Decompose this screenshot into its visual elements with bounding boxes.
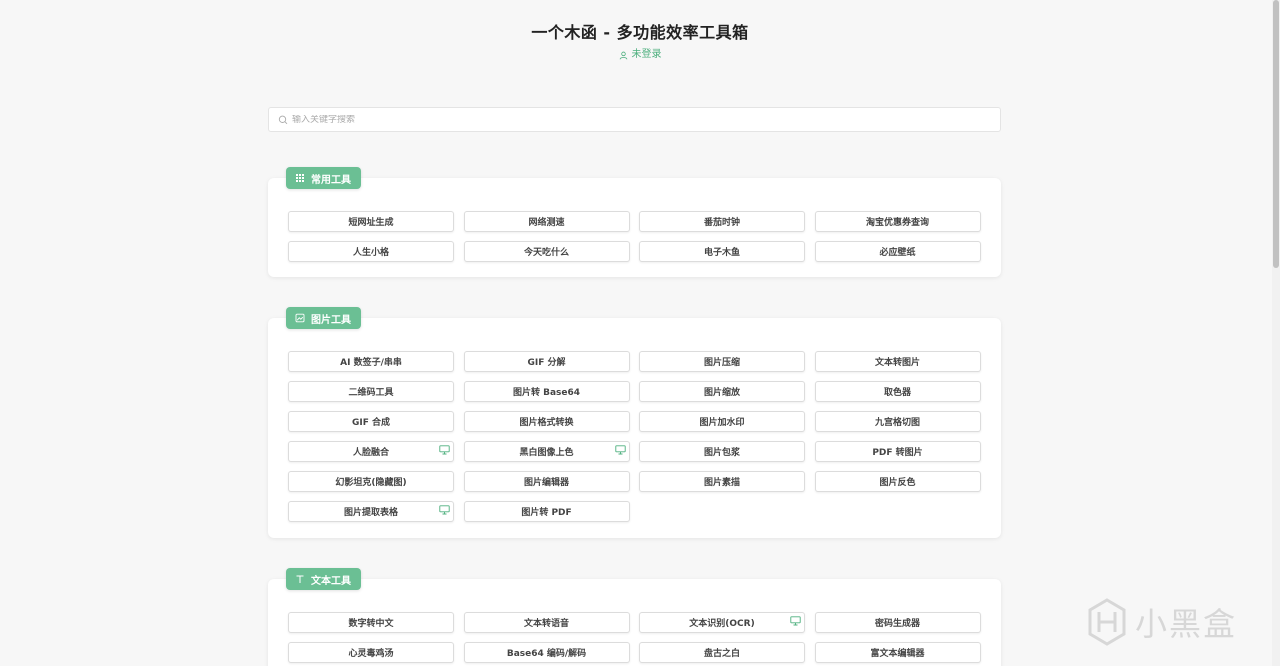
tool-button[interactable]: 文本转语音 xyxy=(463,612,630,633)
tool-button[interactable]: Base64 编码/解码 xyxy=(463,642,630,663)
tool-grid: 数字转中文 文本转语音 文本识别(OCR) 密码生成器 心灵毒鸡汤 Base64… xyxy=(288,612,981,663)
page: 一个木函 - 多功能效率工具箱 未登录 常用工具 xyxy=(0,0,1280,666)
tool-grid: 短网址生成 网络测速 番茄时钟 淘宝优惠券查询 人生小格 今天吃什么 电子木鱼 … xyxy=(288,211,981,262)
image-icon xyxy=(295,313,305,323)
tool-button[interactable]: 图片素描 xyxy=(639,471,805,492)
tool-button[interactable]: 人生小格 xyxy=(288,241,454,262)
section-tag-text: 文本工具 xyxy=(286,568,361,590)
tool-button[interactable]: 取色器 xyxy=(814,381,981,402)
tool-button[interactable]: 图片缩放 xyxy=(639,381,805,402)
tool-button[interactable]: 黑白图像上色 xyxy=(463,441,630,462)
section-image-tools: 图片工具 AI 数签子/串串 GIF 分解 图片压缩 文本转图片 二维码工具 图… xyxy=(268,307,1001,538)
tool-button[interactable]: PDF 转图片 xyxy=(814,441,981,462)
login-status: 未登录 xyxy=(631,49,662,60)
tool-button[interactable]: 盘古之白 xyxy=(639,642,805,663)
tool-button[interactable]: 必应壁纸 xyxy=(814,241,981,262)
section-title: 文本工具 xyxy=(311,575,351,587)
tool-button[interactable]: 图片编辑器 xyxy=(463,471,630,492)
tool-grid: AI 数签子/串串 GIF 分解 图片压缩 文本转图片 二维码工具 图片转 Ba… xyxy=(288,351,981,522)
text-icon xyxy=(296,575,304,583)
tool-button[interactable]: 图片转 PDF xyxy=(463,501,630,522)
desktop-icon xyxy=(790,616,801,626)
desktop-icon xyxy=(614,445,626,455)
tool-button[interactable]: 图片格式转换 xyxy=(463,411,630,432)
tool-button[interactable]: 二维码工具 xyxy=(288,381,454,402)
section-title: 常用工具 xyxy=(311,174,351,186)
search-input[interactable] xyxy=(292,114,972,125)
tool-button[interactable]: 淘宝优惠券查询 xyxy=(814,211,981,232)
login-link[interactable]: 未登录 xyxy=(619,48,662,62)
tool-button[interactable]: AI 数签子/串串 xyxy=(288,351,454,372)
grid-icon xyxy=(296,174,304,182)
scrollbar[interactable] xyxy=(1272,0,1280,666)
tool-button[interactable]: 图片转 Base64 xyxy=(463,381,630,402)
xiaoheihe-logo-icon xyxy=(1088,598,1126,646)
tool-button[interactable]: 图片压缩 xyxy=(639,351,805,372)
tool-button[interactable]: 图片包浆 xyxy=(639,441,805,462)
section-tag-image: 图片工具 xyxy=(286,307,361,329)
watermark-text: 小黑盒 xyxy=(1135,605,1238,643)
tool-button[interactable]: GIF 合成 xyxy=(288,411,454,432)
section-text-tools: 文本工具 数字转中文 文本转语音 文本识别(OCR) 密码生成器 心灵毒鸡汤 B… xyxy=(268,568,1001,666)
header: 一个木函 - 多功能效率工具箱 未登录 xyxy=(0,22,1280,64)
scrollbar-thumb[interactable] xyxy=(1273,0,1279,268)
tool-button[interactable]: 富文本编辑器 xyxy=(814,642,981,663)
tool-button[interactable]: 图片提取表格 xyxy=(288,501,454,522)
tool-button[interactable]: 幻影坦克(隐藏图) xyxy=(288,471,454,492)
desktop-icon xyxy=(439,505,450,515)
user-icon xyxy=(619,51,627,59)
tool-button[interactable]: 文本识别(OCR) xyxy=(639,612,805,633)
tool-button[interactable]: 文本转图片 xyxy=(814,351,981,372)
search-bar[interactable] xyxy=(268,107,1001,132)
page-title: 一个木函 - 多功能效率工具箱 xyxy=(531,23,749,42)
desktop-icon xyxy=(439,445,450,455)
tool-button[interactable]: 电子木鱼 xyxy=(639,241,805,262)
tool-button[interactable]: 密码生成器 xyxy=(814,612,981,633)
tool-button[interactable]: 短网址生成 xyxy=(288,211,454,232)
section-common-tools: 常用工具 短网址生成 网络测速 番茄时钟 淘宝优惠券查询 人生小格 今天吃什么 … xyxy=(268,167,1001,277)
tool-button[interactable]: 今天吃什么 xyxy=(463,241,630,262)
section-title: 图片工具 xyxy=(311,314,351,326)
tool-button[interactable]: 心灵毒鸡汤 xyxy=(288,642,454,663)
tool-button[interactable]: 人脸融合 xyxy=(288,441,454,462)
tool-button[interactable]: 图片反色 xyxy=(814,471,981,492)
search-icon xyxy=(278,115,288,124)
tool-button[interactable]: 图片加水印 xyxy=(639,411,805,432)
watermark: 小黑盒 xyxy=(1087,598,1237,646)
tool-button[interactable]: 数字转中文 xyxy=(288,612,454,633)
section-tag-common: 常用工具 xyxy=(286,167,361,189)
tool-button[interactable]: 番茄时钟 xyxy=(639,211,805,232)
tool-button[interactable]: 网络测速 xyxy=(463,211,630,232)
tool-button[interactable]: 九宫格切图 xyxy=(814,411,981,432)
tool-button[interactable]: GIF 分解 xyxy=(463,351,630,372)
